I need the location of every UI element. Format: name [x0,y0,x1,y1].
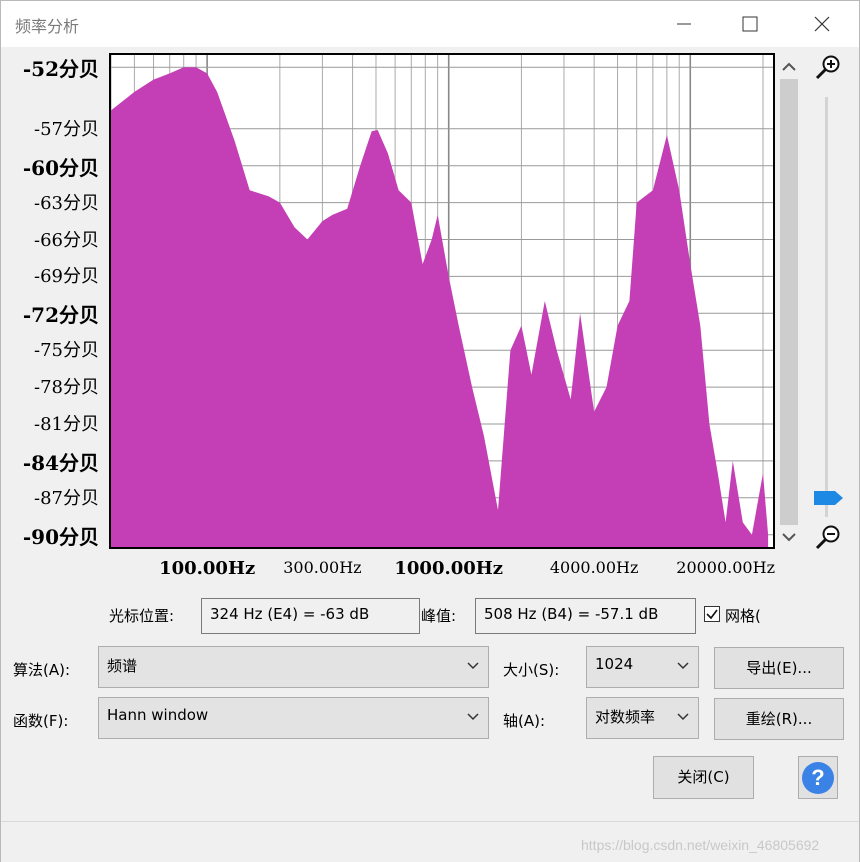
svg-text:?: ? [811,765,824,790]
y-tick-label: -78分贝 [34,377,99,399]
y-tick-label: -75分贝 [34,340,99,362]
grid-checkbox-label: 网格( [725,607,761,625]
chevron-down-icon [467,713,479,721]
x-tick-label: 4000.00Hz [549,558,639,577]
zoom-in-icon[interactable] [813,53,843,83]
algorithm-label: 算法(A): [13,661,71,679]
algorithm-value: 频谱 [107,657,138,675]
x-tick-label: 100.00Hz [159,558,256,579]
minimize-button[interactable] [661,1,707,47]
y-tick-label: -52分贝 [22,57,99,82]
maximize-icon [742,16,758,32]
y-tick-label: -66分贝 [34,229,99,251]
function-select[interactable]: Hann window [98,697,489,739]
close-window-button[interactable] [799,1,845,47]
y-tick-label: -90分贝 [22,524,99,549]
close-button[interactable]: 关闭(C) [653,756,754,799]
y-tick-label: -87分贝 [34,487,99,509]
axis-select[interactable]: 对数频率 [586,697,699,739]
size-select[interactable]: 1024 [586,646,699,688]
cursor-value-field[interactable]: 324 Hz (E4) = -63 dB [201,598,420,634]
plot-vertical-scrollbar[interactable] [777,57,801,547]
frequency-analysis-window: 频率分析 -52分贝 -57分贝 -60分贝 -63分贝 -66分贝 -69分贝 -72分贝… [0,0,860,862]
export-button[interactable]: 导出(E)... [714,647,844,689]
spectrum-area [111,67,769,548]
help-icon: ? [802,762,834,794]
zoom-slider-track[interactable] [825,97,828,517]
axis-value: 对数频率 [595,708,656,726]
function-value: Hann window [107,706,209,724]
x-tick-label: 300.00Hz [283,558,362,577]
minimize-icon [677,23,691,25]
scroll-down-icon[interactable] [777,527,801,547]
size-label: 大小(S): [503,661,560,679]
scrollbar-thumb[interactable] [780,79,798,525]
peak-label: 峰值: [421,607,457,625]
chevron-down-icon [677,662,689,670]
cursor-label: 光标位置: [109,607,175,625]
y-tick-label: -63分贝 [34,192,99,214]
scroll-up-icon[interactable] [777,57,801,77]
algorithm-select[interactable]: 频谱 [98,646,489,688]
help-button[interactable]: ? [798,756,838,799]
y-tick-label: -81分贝 [34,414,99,435]
watermark-text: https://blog.csdn.net/weixin_46805692 [581,837,820,853]
spectrum-plot[interactable] [109,53,775,549]
y-tick-label: -72分贝 [22,303,99,328]
x-tick-label: 20000.00Hz [676,558,775,577]
title-bar: 频率分析 [1,1,859,47]
spectrum-chart [110,55,773,548]
chevron-down-icon [677,713,689,721]
window-title: 频率分析 [15,17,80,36]
maximize-button[interactable] [727,1,773,47]
close-icon [814,16,830,32]
zoom-slider-thumb[interactable] [813,489,845,507]
axis-label: 轴(A): [503,712,546,730]
y-tick-label: -69分贝 [34,266,99,288]
peak-value-field[interactable]: 508 Hz (B4) = -57.1 dB [475,598,696,634]
function-label: 函数(F): [13,712,69,730]
y-tick-label: -57分贝 [34,118,99,140]
zoom-controls [809,53,853,553]
checkmark-icon [706,609,718,620]
zoom-out-icon[interactable] [813,523,843,553]
redraw-button[interactable]: 重绘(R)... [714,698,844,740]
size-value: 1024 [595,655,634,673]
y-tick-label: -60分贝 [22,155,99,180]
x-tick-label: 1000.00Hz [394,558,504,579]
y-tick-label: -84分贝 [22,450,99,475]
grid-checkbox[interactable] [704,606,720,622]
chevron-down-icon [467,662,479,670]
